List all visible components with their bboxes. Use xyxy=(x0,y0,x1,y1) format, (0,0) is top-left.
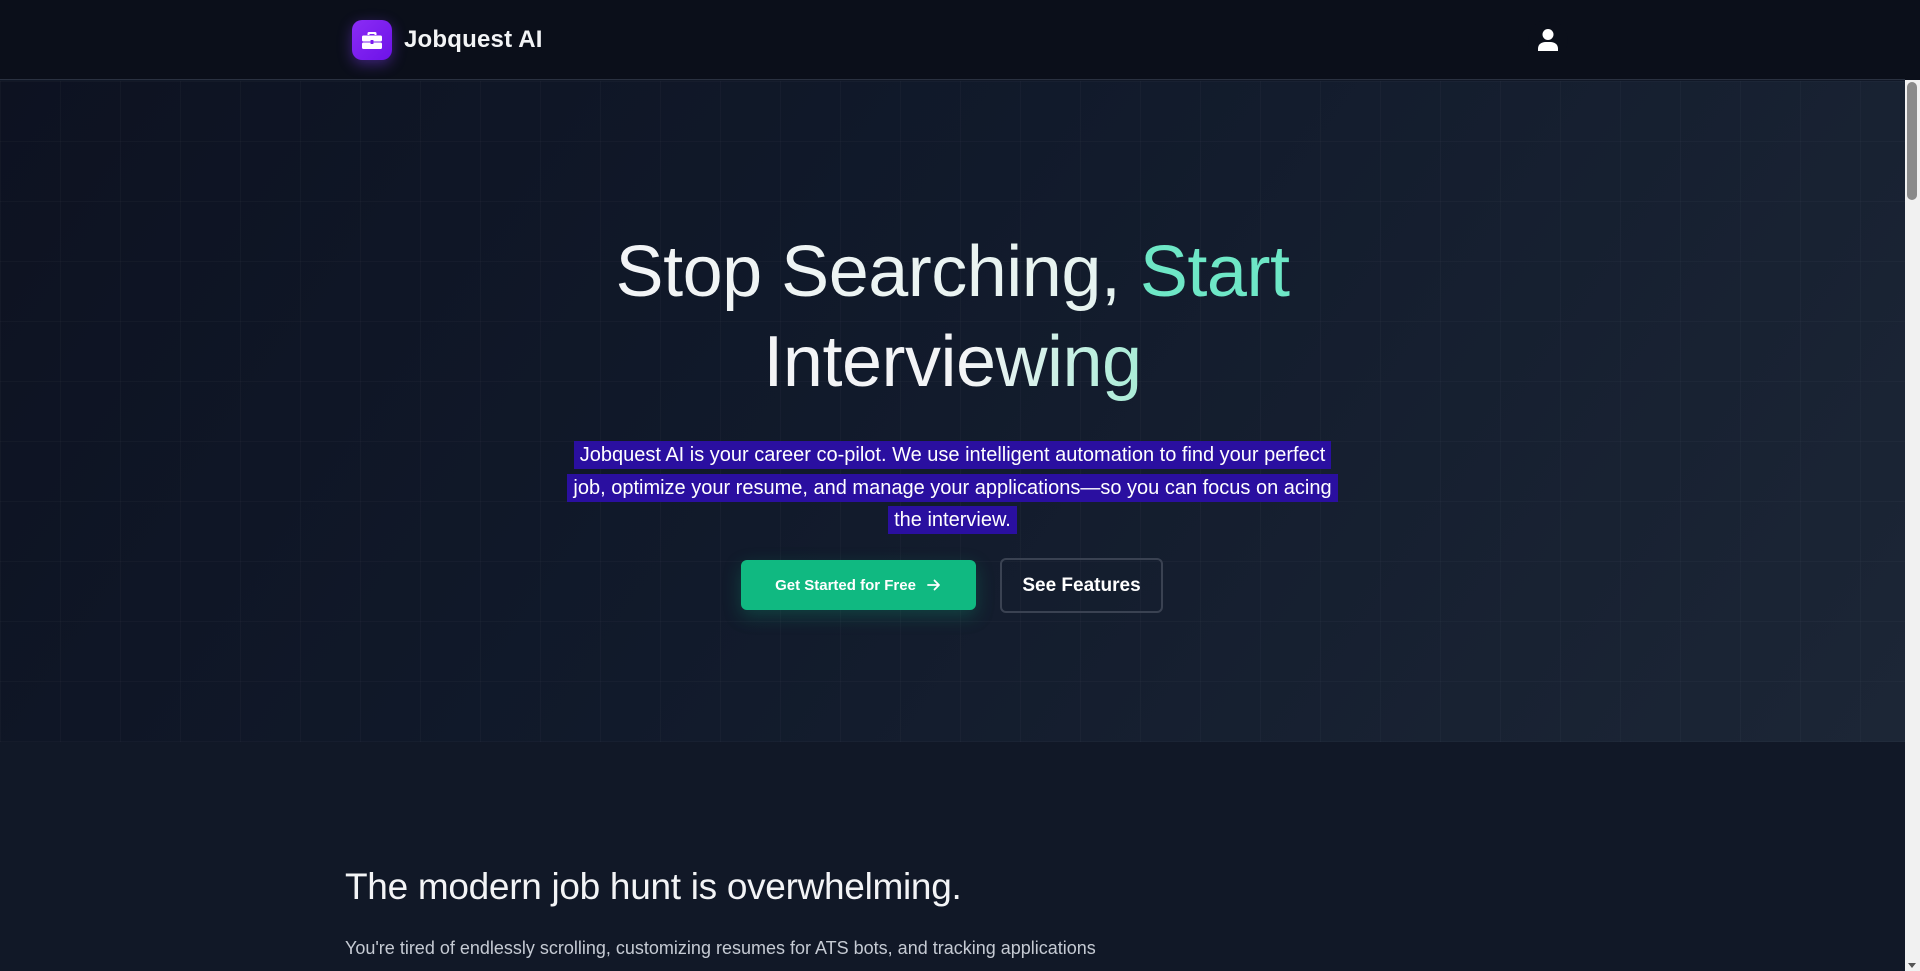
hero-title-accent: Start xyxy=(1139,232,1290,312)
scrollbar-top-area xyxy=(1905,0,1920,80)
problem-section: The modern job hunt is overwhelming. You… xyxy=(0,742,1905,971)
page-scrollbar[interactable] xyxy=(1905,0,1920,971)
hero-title-line2: Interviewing xyxy=(763,322,1142,402)
scroll-down-arrow-icon[interactable] xyxy=(1908,963,1916,968)
page: Jobquest AI Stop Searching, Start Interv… xyxy=(0,0,1905,971)
brand-name: Jobquest AI xyxy=(404,26,543,53)
scrollbar-thumb[interactable] xyxy=(1907,82,1917,200)
brand[interactable]: Jobquest AI xyxy=(352,20,543,60)
hero-title: Stop Searching, Start Interviewing xyxy=(0,227,1905,407)
get-started-button[interactable]: Get Started for Free xyxy=(741,560,976,610)
problem-section-text: You're tired of endlessly scrolling, cus… xyxy=(345,938,1096,971)
user-account-button[interactable] xyxy=(1528,20,1568,60)
hero-title-part1: Stop Searching, xyxy=(615,232,1140,312)
hero-grid-background xyxy=(0,81,1905,742)
see-features-button[interactable]: See Features xyxy=(1000,558,1163,613)
briefcase-icon xyxy=(352,20,392,60)
user-icon xyxy=(1538,29,1558,51)
hero-description-text: Jobquest AI is your career co-pilot. We … xyxy=(567,441,1338,534)
top-navbar: Jobquest AI xyxy=(0,0,1905,80)
problem-section-title: The modern job hunt is overwhelming. xyxy=(345,866,962,907)
arrow-right-icon xyxy=(927,579,940,591)
hero-description: Jobquest AI is your career co-pilot. We … xyxy=(560,439,1345,537)
hero-section: Stop Searching, Start Interviewing Jobqu… xyxy=(0,81,1905,742)
get-started-label: Get Started for Free xyxy=(775,576,916,594)
